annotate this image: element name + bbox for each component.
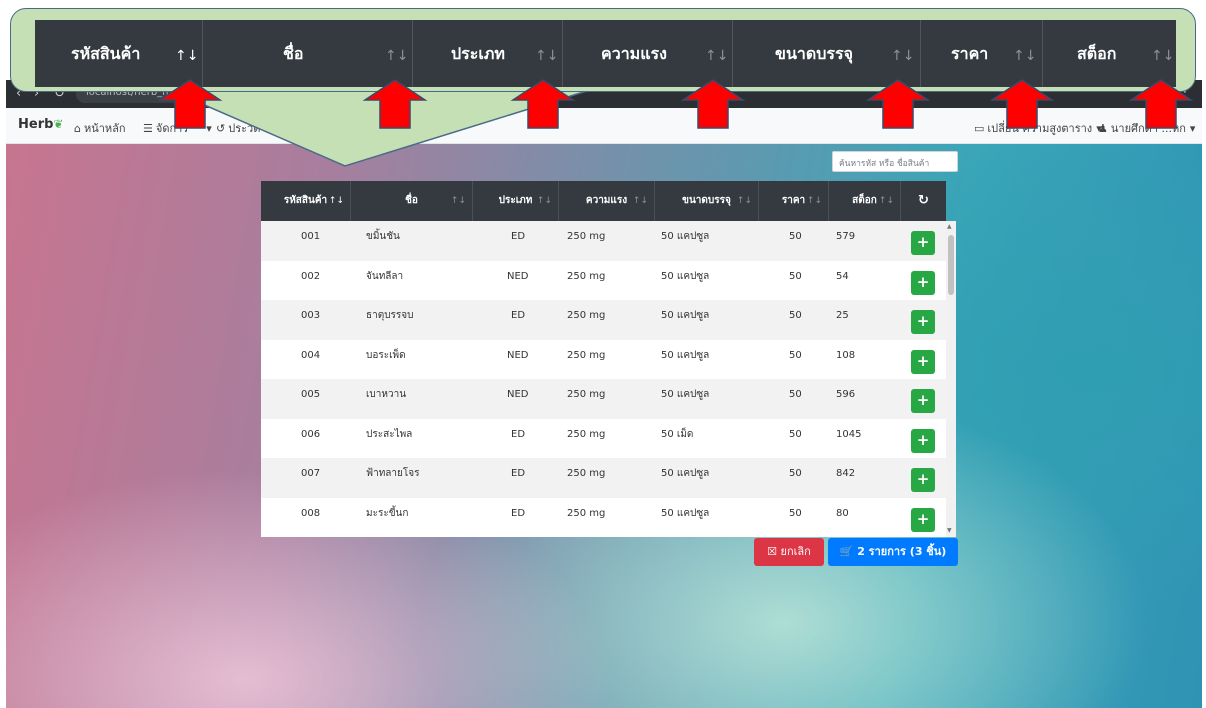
arrow-up-icon bbox=[865, 79, 931, 129]
arrow-up-icon bbox=[680, 79, 746, 129]
annotation-arrows-set bbox=[157, 79, 1194, 129]
arrow-up-icon bbox=[362, 79, 428, 129]
arrow-up-icon bbox=[989, 79, 1055, 129]
arrow-up-icon bbox=[510, 79, 576, 129]
arrow-up-icon bbox=[1128, 79, 1194, 129]
arrow-up-icon bbox=[157, 79, 223, 129]
screenshot-stage: ‹ › ↻ localhost/herb_m ⋮ Herb❦ ⌂ หน้าหลัก… bbox=[0, 0, 1206, 708]
